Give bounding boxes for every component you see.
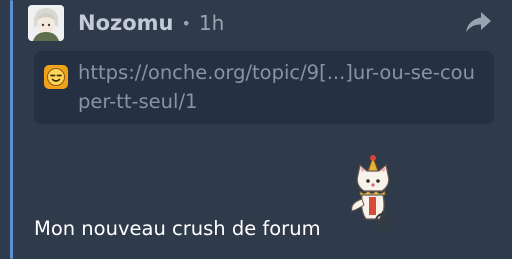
link-preview-card[interactable]: https://onche.org/topic/9[...]ur-ou-se-c…: [34, 51, 494, 124]
smiley-favicon-icon: [44, 65, 68, 89]
avatar-image: [28, 5, 64, 41]
header-separator: •: [181, 13, 191, 33]
quoted-post: Nozomu • 1h https://onche.org/topic/9[..…: [0, 0, 512, 259]
post-timestamp[interactable]: 1h: [199, 11, 224, 35]
author-name[interactable]: Nozomu: [78, 11, 173, 35]
link-url[interactable]: https://onche.org/topic/9[...]ur-ou-se-c…: [78, 58, 484, 116]
post-header: Nozomu • 1h: [78, 6, 224, 40]
quote-bar: [10, 0, 13, 259]
clown-cat-sticker: [351, 155, 391, 229]
post-message: Mon nouveau crush de forum: [34, 217, 321, 240]
avatar[interactable]: [28, 5, 64, 41]
share-arrow-icon[interactable]: [464, 10, 492, 34]
